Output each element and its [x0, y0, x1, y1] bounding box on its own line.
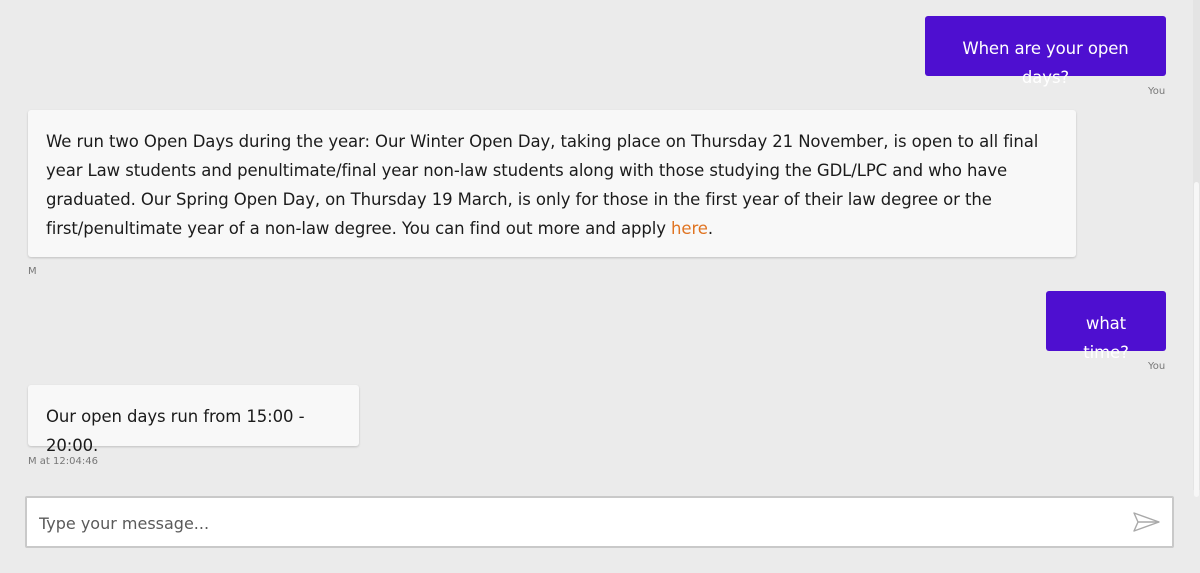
bot-message: Our open days run from 15:00 - 20:00.: [28, 385, 359, 455]
user-message: When are your open days?: [925, 16, 1166, 87]
message-text-end: .: [707, 219, 713, 238]
bot-message: We run two Open Days during the year: Ou…: [28, 110, 1076, 257]
message-timestamp-label: M at 12:04:46: [28, 456, 98, 467]
message-composer: [25, 496, 1174, 548]
message-sender-label: M: [28, 266, 37, 277]
message-text: When are your open days?: [962, 39, 1129, 87]
message-text: Our open days run from 15:00 - 20:00.: [46, 407, 305, 455]
send-button[interactable]: [1132, 511, 1162, 533]
message-input[interactable]: [37, 498, 1121, 548]
message-sender-label: You: [1148, 361, 1166, 372]
apply-link[interactable]: here: [671, 219, 708, 238]
send-icon: [1133, 512, 1160, 532]
message-text: what time?: [1083, 314, 1129, 362]
user-message: what time?: [1046, 291, 1166, 362]
chat-transcript: When are your open days? You We run two …: [0, 0, 1193, 490]
scrollbar-thumb[interactable]: [1194, 182, 1199, 497]
message-text: We run two Open Days during the year: Ou…: [46, 132, 1039, 238]
message-sender-label: You: [1148, 86, 1166, 97]
